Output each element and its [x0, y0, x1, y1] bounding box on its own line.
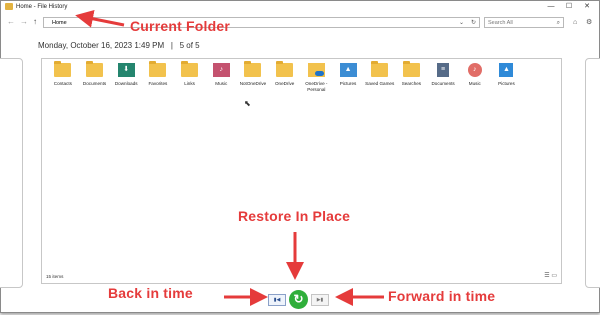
item-label: Contacts [53, 81, 72, 86]
item-count: 15 items [46, 274, 64, 279]
item-label: Saved Games [365, 81, 395, 86]
back-arrow-icon[interactable]: ← [7, 16, 15, 28]
toolbar: ← → ↑ Home ⌄ ↻ Search All ⌕ ⌂ ⚙ [1, 14, 599, 32]
backup-date: Monday, October 16, 2023 1:49 PM [38, 41, 165, 50]
restore-button[interactable]: ↻ [289, 290, 308, 309]
pictures-library-icon: ▲ [499, 63, 514, 77]
documents-library-icon: ≡ [437, 63, 450, 77]
forward-in-time-annotation: Forward in time [388, 288, 496, 304]
item-label: Music [215, 81, 228, 86]
back-in-time-annotation: Back in time [108, 285, 193, 301]
list-item[interactable]: ♪ Music [459, 63, 491, 93]
settings-gear-icon[interactable]: ⚙ [586, 18, 592, 28]
previous-version-panel[interactable] [0, 58, 23, 288]
item-label: Searches [401, 81, 422, 86]
onedrive-folder-icon [307, 63, 325, 77]
file-view-panel: Contacts Documents ⬇ Downloads Favorites… [41, 58, 562, 284]
folder-icon [149, 61, 167, 77]
list-item[interactable]: OneDrive - Personal [301, 63, 333, 93]
list-item[interactable]: Documents [79, 61, 111, 93]
item-label: Links [184, 81, 195, 86]
next-version-button[interactable]: ▶▮ [311, 294, 329, 306]
search-icon[interactable]: ⌕ [557, 18, 560, 28]
refresh-icon[interactable]: ↻ [471, 18, 476, 28]
minimize-button[interactable]: — [542, 1, 560, 12]
previous-version-button[interactable]: ▮◀ [268, 294, 286, 306]
item-label: OneDrive - Personal [305, 81, 328, 92]
folder-icon [402, 61, 420, 77]
folder-icon [276, 61, 294, 77]
close-button[interactable]: ✕ [578, 1, 596, 12]
search-box[interactable]: Search All ⌕ [484, 17, 564, 28]
list-item[interactable]: Saved Games [364, 61, 396, 93]
forward-arrow-icon[interactable]: → [20, 16, 28, 28]
music-library-icon: ♪ [467, 63, 482, 77]
view-mode-icons: ☰ ▭ [544, 272, 557, 279]
list-item[interactable]: ≡ Documents [427, 63, 459, 93]
folder-icon [371, 61, 389, 77]
list-item[interactable]: Contacts [47, 61, 79, 93]
maximize-button[interactable]: ☐ [560, 1, 578, 12]
item-label: Documents [82, 81, 107, 86]
home-icon[interactable]: ⌂ [573, 18, 577, 28]
playback-controls: ▮◀ ↻ ▶▮ [265, 289, 337, 309]
item-label: Pictures [339, 81, 357, 86]
address-bar[interactable]: Home ⌄ ↻ [43, 17, 480, 28]
window-title: Home - File History [16, 4, 68, 10]
item-label: OneDrive [274, 81, 295, 86]
next-version-panel[interactable] [585, 58, 600, 288]
list-item[interactable]: Links [174, 61, 206, 93]
restore-in-place-annotation: Restore In Place [238, 208, 351, 224]
item-label: Pictures [498, 81, 515, 86]
item-label: Documents [431, 81, 455, 86]
folder-icon [244, 61, 262, 77]
separator: | [170, 41, 173, 50]
folder-icon [181, 61, 199, 77]
list-item[interactable]: Searches [396, 61, 428, 93]
search-input[interactable]: Search All [488, 18, 513, 28]
item-label: Favorites [148, 81, 168, 86]
item-label: Downloads [114, 81, 138, 86]
list-item[interactable]: ⬇ Downloads [110, 63, 142, 93]
list-item[interactable]: ♪ Music [205, 63, 237, 93]
downloads-icon: ⬇ [117, 63, 135, 77]
large-icons-view-icon[interactable]: ▭ [551, 273, 557, 279]
list-item[interactable]: OneDrive [269, 61, 301, 93]
backup-position: 5 of 5 [179, 41, 200, 50]
item-grid: Contacts Documents ⬇ Downloads Favorites… [47, 61, 523, 93]
music-folder-icon: ♪ [212, 63, 230, 77]
list-item[interactable]: ▲ Pictures [491, 63, 523, 93]
mouse-cursor-icon: ⬉ [244, 99, 251, 108]
current-folder-annotation: Current Folder [130, 18, 231, 34]
list-item[interactable]: Favorites [142, 61, 174, 93]
backup-date-line: Monday, October 16, 2023 1:49 PM | 5 of … [38, 41, 200, 50]
pictures-folder-icon: ▲ [339, 63, 357, 77]
details-view-icon[interactable]: ☰ [544, 273, 549, 279]
file-history-app-icon [5, 3, 13, 10]
address-text: Home [52, 20, 67, 26]
title-bar: Home - File History — ☐ ✕ [1, 1, 599, 13]
item-label: Music [468, 81, 481, 86]
file-history-window: Home - File History — ☐ ✕ ← → ↑ Home ⌄ ↻… [0, 0, 600, 313]
item-label: NotOneDrive [239, 81, 267, 86]
up-arrow-icon[interactable]: ↑ [33, 16, 37, 28]
chevron-down-icon[interactable]: ⌄ [459, 18, 464, 28]
list-item[interactable]: NotOneDrive [237, 61, 269, 93]
folder-icon [54, 61, 72, 77]
list-item[interactable]: ▲ Pictures [332, 63, 364, 93]
folder-icon [86, 61, 104, 77]
